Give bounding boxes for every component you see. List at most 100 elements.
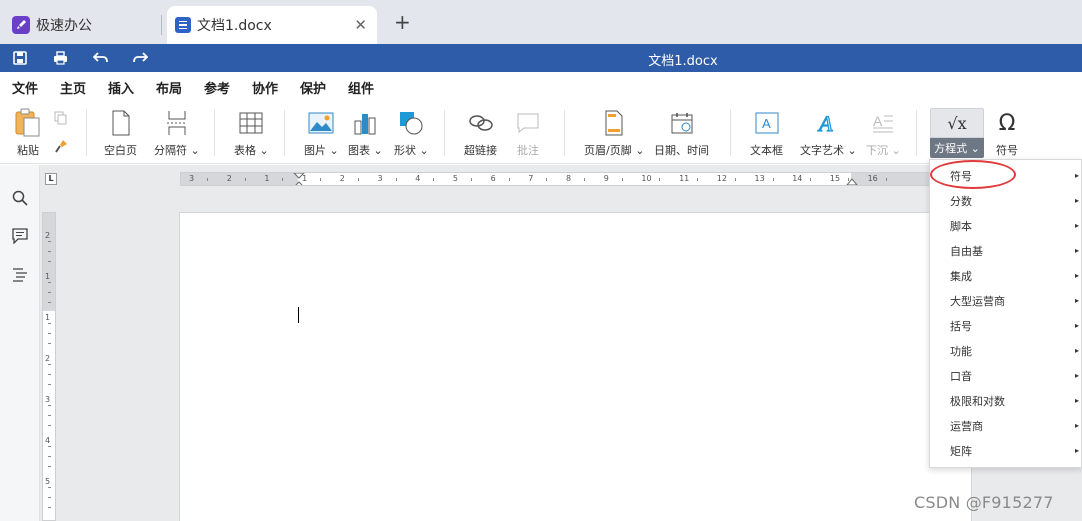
ruler-tick-label: 2 xyxy=(339,174,345,183)
header-footer-label: 页眉/页脚 xyxy=(584,144,632,157)
ruler-tick-mark xyxy=(48,425,51,426)
menu-item-radicals[interactable]: 自由基 ▸ xyxy=(930,238,1082,263)
ruler-tick-mark xyxy=(48,456,51,457)
ruler-tick-mark xyxy=(48,323,51,324)
ruler-tick-mark xyxy=(546,178,548,181)
ruler-tick-mark xyxy=(810,178,812,181)
menu-item-scripts[interactable]: 脚本 ▸ xyxy=(930,213,1082,238)
hyperlink-button[interactable]: 超链接 xyxy=(464,108,497,158)
ribbon-divider xyxy=(564,110,565,156)
navigation-icon[interactable] xyxy=(11,265,29,283)
symbol-button[interactable]: Ω 符号 xyxy=(996,108,1018,158)
paste-icon xyxy=(14,108,42,138)
menu-item-fractions[interactable]: 分数 ▸ xyxy=(930,188,1082,213)
menu-item-operators[interactable]: 运营商 ▸ xyxy=(930,413,1082,438)
submenu-arrow-icon: ▸ xyxy=(1074,421,1079,430)
equation-button[interactable]: √x 方程式 ⌄ xyxy=(930,108,984,158)
horizontal-ruler[interactable]: 3 2 1 1 2 3 4 5 6 7 8 9 10 11 12 13 14 15 16 xyxy=(180,172,930,186)
menu-file[interactable]: 文件 xyxy=(12,78,38,97)
copy-button[interactable] xyxy=(54,110,68,126)
paste-label: 粘贴 xyxy=(17,144,39,157)
menu-plugins[interactable]: 组件 xyxy=(348,78,374,97)
shape-button[interactable]: 形状 ⌄ xyxy=(394,108,429,158)
menu-item-integrals[interactable]: 集成 ▸ xyxy=(930,263,1082,288)
chevron-down-icon: ⌄ xyxy=(256,144,269,157)
submenu-arrow-icon: ▸ xyxy=(1074,221,1079,230)
separator-button[interactable]: 分隔符 ⌄ xyxy=(154,108,200,158)
menu-home[interactable]: 主页 xyxy=(60,78,86,97)
ruler-tick-label: 1 xyxy=(45,313,51,322)
chevron-down-icon: ⌄ xyxy=(187,144,200,157)
ruler-tick-mark xyxy=(772,178,774,181)
menu-item-accents[interactable]: 口音 ▸ xyxy=(930,363,1082,388)
chevron-down-icon: ⌄ xyxy=(370,144,383,157)
header-footer-button[interactable]: 页眉/页脚 ⌄ xyxy=(584,108,644,158)
menu-item-brackets[interactable]: 括号 ▸ xyxy=(930,313,1082,338)
title-bar: 文档1.docx xyxy=(0,44,1082,72)
search-icon[interactable] xyxy=(11,189,29,207)
submenu-arrow-icon: ▸ xyxy=(1074,346,1079,355)
drop-cap-icon: A xyxy=(871,108,895,138)
comments-icon[interactable] xyxy=(11,227,29,245)
ribbon-divider xyxy=(86,110,87,156)
menu-layout[interactable]: 布局 xyxy=(156,78,182,97)
ruler-tick-label: 3 xyxy=(377,174,383,183)
menu-item-matrices[interactable]: 矩阵 ▸ xyxy=(930,438,1082,463)
paste-button[interactable]: 粘贴 xyxy=(14,108,42,158)
chevron-down-icon: ⌄ xyxy=(416,144,429,157)
ruler-tick-label: 2 xyxy=(45,354,51,363)
menu-item-limits-logs[interactable]: 极限和对数 ▸ xyxy=(930,388,1082,413)
ruler-tick-mark xyxy=(48,292,51,293)
menu-references[interactable]: 参考 xyxy=(204,78,230,97)
ruler-tick-mark xyxy=(48,343,51,344)
page-break-icon xyxy=(166,108,188,138)
blank-page-button[interactable]: 空白页 xyxy=(104,108,137,158)
submenu-arrow-icon: ▸ xyxy=(1074,321,1079,330)
close-tab-icon[interactable]: ✕ xyxy=(354,16,367,34)
ruler-tick-mark xyxy=(48,282,51,283)
menu-bar: 文件 主页 插入 布局 参考 协作 保护 组件 xyxy=(0,72,1082,104)
comment-label: 批注 xyxy=(517,144,539,157)
omega-icon: Ω xyxy=(998,110,1016,136)
ruler-tick-mark xyxy=(48,384,51,385)
drop-cap-button[interactable]: A 下沉 ⌄ xyxy=(866,108,901,158)
vertical-ruler[interactable]: 2 1 1 2 3 4 5 xyxy=(42,212,56,521)
textbox-button[interactable]: A 文本框 xyxy=(750,108,783,158)
submenu-arrow-icon: ▸ xyxy=(1074,246,1079,255)
tab-document[interactable]: 文档1.docx ✕ xyxy=(167,6,377,44)
tab-stop-selector[interactable]: L xyxy=(45,173,57,185)
chevron-down-icon: ⌄ xyxy=(888,144,901,157)
document-page[interactable] xyxy=(179,212,972,521)
format-painter-icon xyxy=(54,138,68,154)
format-painter-button[interactable] xyxy=(54,138,68,154)
comment-button[interactable]: 批注 xyxy=(516,108,540,158)
menu-item-large-operators[interactable]: 大型运营商 ▸ xyxy=(930,288,1082,313)
menu-collaborate[interactable]: 协作 xyxy=(252,78,278,97)
ruler-tick-label: 13 xyxy=(754,174,765,183)
shape-icon xyxy=(399,108,423,138)
table-button[interactable]: 表格 ⌄ xyxy=(234,108,269,158)
separator-label: 分隔符 xyxy=(154,144,187,157)
date-time-button[interactable]: 日期、时间 xyxy=(654,108,709,158)
ruler-tick-mark xyxy=(697,178,699,181)
right-indent-marker-icon[interactable] xyxy=(846,176,858,186)
ruler-tick-mark xyxy=(48,302,51,303)
new-tab-button[interactable]: + xyxy=(394,12,411,32)
drop-cap-label: 下沉 xyxy=(866,144,888,157)
date-time-label: 日期、时间 xyxy=(654,144,709,157)
rocket-icon xyxy=(12,16,30,34)
table-label: 表格 xyxy=(234,144,256,157)
menu-insert[interactable]: 插入 xyxy=(108,78,135,104)
tab-bar: 极速办公 文档1.docx ✕ + xyxy=(0,0,1082,44)
text-art-button[interactable]: A 文字艺术 ⌄ xyxy=(800,108,857,158)
chart-button[interactable]: 图表 ⌄ xyxy=(348,108,383,158)
blank-page-label: 空白页 xyxy=(104,144,137,157)
menu-protect[interactable]: 保护 xyxy=(300,78,326,97)
picture-button[interactable]: 图片 ⌄ xyxy=(304,108,339,158)
tab-app[interactable]: 极速办公 xyxy=(8,6,158,44)
indent-marker-icon[interactable] xyxy=(293,172,305,186)
menu-item-functions[interactable]: 功能 ▸ xyxy=(930,338,1082,363)
ruler-tick-mark xyxy=(207,178,208,181)
picture-icon xyxy=(308,108,334,138)
ribbon-divider xyxy=(916,110,917,156)
